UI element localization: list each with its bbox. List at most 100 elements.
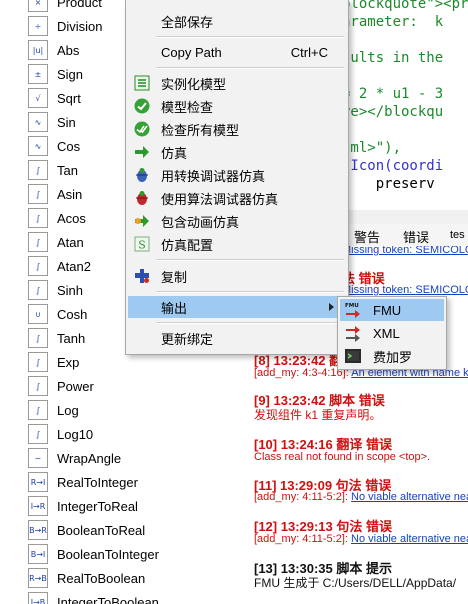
library-item-label: BooleanToReal xyxy=(57,522,146,538)
library-item[interactable]: ∫ Asin xyxy=(28,183,82,205)
export-submenu: FMU FMU XML 费加罗 xyxy=(337,296,447,370)
message-body: FMU 生成于 C:/Users/DELL/AppData/ xyxy=(254,576,457,590)
product-icon: × xyxy=(28,0,48,12)
library-item[interactable]: ∫ Exp xyxy=(28,351,79,373)
menu-item-label: 全部保存 xyxy=(161,14,214,30)
library-item-label: Atan xyxy=(57,234,84,250)
tab-warnings[interactable]: 警告 xyxy=(354,227,380,246)
library-item[interactable]: ∫ Tanh xyxy=(28,327,85,349)
library-item[interactable]: ± Sign xyxy=(28,63,83,85)
message-body: 发现组件 k1 重复声明。 xyxy=(254,408,382,422)
sin-icon: ∿ xyxy=(28,112,48,132)
menu-item-simulate-algorithmic-debugger[interactable]: 使用算法调试器仿真 xyxy=(128,187,346,209)
library-item[interactable]: B→R BooleanToReal xyxy=(28,519,145,541)
library-item[interactable]: |u| Abs xyxy=(28,39,79,61)
tab-other[interactable]: tes xyxy=(450,229,465,241)
library-item[interactable]: × Product xyxy=(28,0,102,13)
sinh-icon: ∫ xyxy=(28,280,48,300)
menu-item-save-all[interactable]: 全部保存 xyxy=(128,10,346,32)
instantiate-model-icon xyxy=(133,74,151,92)
menu-item-simulation-setup[interactable]: S 仿真配置 xyxy=(128,233,346,255)
code-line: tml>"), xyxy=(342,140,402,156)
menu-item-shortcut: Ctrl+C xyxy=(290,44,328,60)
abs-icon: |u| xyxy=(28,40,48,60)
library-item[interactable]: B→I BooleanToInteger xyxy=(28,543,159,565)
library-item-label: IntegerToBoolean xyxy=(57,594,159,604)
library-item-label: Log xyxy=(57,402,79,418)
menu-item-label: 检查所有模型 xyxy=(161,122,240,138)
library-item[interactable]: ∫ Sinh xyxy=(28,279,83,301)
submenu-item-fmu[interactable]: FMU FMU xyxy=(340,299,444,321)
menu-item-label: 仿真配置 xyxy=(161,237,214,253)
wrapangle-icon: ~ xyxy=(28,448,48,468)
library-item-label: Atan2 xyxy=(57,258,91,274)
menu-item-update-bindings[interactable]: 更新绑定 xyxy=(128,327,346,349)
library-item-label: Sqrt xyxy=(57,90,81,106)
library-item-label: Product xyxy=(57,0,102,10)
code-line: preserv xyxy=(342,176,435,192)
menu-item-label: 输出 xyxy=(161,300,188,316)
library-item[interactable]: ∫ Tan xyxy=(28,159,78,181)
sqrt-icon: √ xyxy=(28,88,48,108)
log10-icon: ∫ xyxy=(28,424,48,444)
library-item-label: Cosh xyxy=(57,306,88,322)
menu-item-copy-path[interactable]: Copy Path Ctrl+C xyxy=(128,41,346,63)
library-item[interactable]: R→I RealToInteger xyxy=(28,471,138,493)
xml-export-icon xyxy=(344,324,362,342)
library-item[interactable]: ∫ Acos xyxy=(28,207,86,229)
library-item-label: Sign xyxy=(57,66,84,82)
menu-item-simulate-with-animation[interactable]: 包含动画仿真 xyxy=(128,210,346,232)
menu-item-simulate-transformation-debugger[interactable]: 用转换调试器仿真 xyxy=(128,164,346,186)
menu-item-instantiate-model[interactable]: 实例化模型 xyxy=(128,72,346,94)
menu-item-check-model[interactable]: 模型检查 xyxy=(128,95,346,117)
svg-text:S: S xyxy=(138,239,146,252)
library-item[interactable]: ∿ Cos xyxy=(28,135,80,157)
svg-text:FMU: FMU xyxy=(345,303,359,309)
code-line: = 2 * u1 - 3 xyxy=(342,86,444,102)
library-item[interactable]: I→B IntegerToBoolean xyxy=(28,591,159,604)
submenu-item-label: XML xyxy=(373,325,400,341)
real-to-integer-icon: R→I xyxy=(28,472,48,492)
message-link[interactable]: No viable alternative nea xyxy=(351,491,468,503)
library-item-label: Sinh xyxy=(57,282,84,298)
transformation-debugger-icon xyxy=(133,166,151,184)
library-item[interactable]: I→R IntegerToReal xyxy=(28,495,138,517)
figaro-export-icon xyxy=(344,347,362,365)
division-icon: ÷ xyxy=(28,16,48,36)
check-model-icon xyxy=(133,97,151,115)
library-item-label: Asin xyxy=(57,186,83,202)
library-item[interactable]: ∪ Cosh xyxy=(28,303,87,325)
library-item[interactable]: ÷ Division xyxy=(28,15,103,37)
library-item[interactable]: ∫ Atan xyxy=(28,231,84,253)
algorithmic-debugger-icon xyxy=(133,189,151,207)
library-item[interactable]: ∫ Log10 xyxy=(28,423,93,445)
library-item[interactable]: ∫ Log xyxy=(28,399,79,421)
menu-item-label: 仿真 xyxy=(161,145,188,161)
library-item-label: Sin xyxy=(57,114,76,130)
library-item[interactable]: R→B RealToBoolean xyxy=(28,567,145,589)
submenu-item-xml[interactable]: XML xyxy=(340,322,444,344)
code-line: arameter: k xyxy=(342,14,444,30)
tab-errors[interactable]: 错误 xyxy=(403,227,429,246)
library-item-label: Abs xyxy=(57,42,80,58)
submenu-item-figaro[interactable]: 费加罗 xyxy=(340,345,444,367)
menu-item-duplicate[interactable]: 复制 xyxy=(128,265,346,287)
menu-item-simulate[interactable]: 仿真 xyxy=(128,141,346,163)
message-detail: [add_my: 4:11-5:2]: No viable alternativ… xyxy=(254,533,468,545)
atan2-icon: ∫ xyxy=(28,256,48,276)
library-item[interactable]: ∫ Atan2 xyxy=(28,255,91,277)
library-item[interactable]: √ Sqrt xyxy=(28,87,81,109)
menu-item-label: 使用算法调试器仿真 xyxy=(161,191,279,207)
real-to-boolean-icon: R→B xyxy=(28,568,48,588)
library-item[interactable]: ~ WrapAngle xyxy=(28,447,121,469)
message-link[interactable]: No viable alternative nea xyxy=(351,533,468,545)
library-item-label: RealToBoolean xyxy=(57,570,146,586)
menu-item-label: 复制 xyxy=(161,269,188,285)
menu-item-export[interactable]: 输出 xyxy=(128,296,346,318)
sign-icon: ± xyxy=(28,64,48,84)
library-item-label: WrapAngle xyxy=(57,450,122,466)
menu-item-check-all-models[interactable]: 检查所有模型 xyxy=(128,118,346,140)
library-item[interactable]: ∫ Power xyxy=(28,375,94,397)
message-body: Class real not found in scope <top>. xyxy=(254,451,431,463)
library-item[interactable]: ∿ Sin xyxy=(28,111,76,133)
